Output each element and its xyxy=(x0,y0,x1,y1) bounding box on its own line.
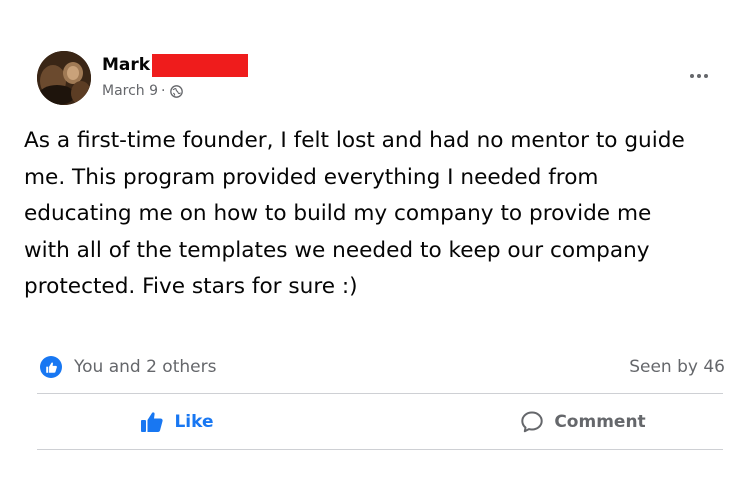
like-label: Like xyxy=(174,411,214,432)
seen-by-count[interactable]: Seen by 46 xyxy=(629,357,725,377)
more-options-button[interactable] xyxy=(684,64,714,88)
globe-icon[interactable] xyxy=(169,84,183,98)
post-text-line: educating me on how to build my company … xyxy=(24,201,652,226)
reactions-bar: You and 2 others Seen by 46 xyxy=(40,353,726,381)
meta-separator: · xyxy=(161,83,166,99)
post-meta: March 9 · xyxy=(102,82,183,100)
more-dot xyxy=(697,74,701,78)
avatar[interactable] xyxy=(37,51,91,105)
like-reaction-icon xyxy=(40,356,62,378)
redaction-block xyxy=(152,53,249,77)
author-row: Mark xyxy=(102,53,249,77)
reactions-summary[interactable]: You and 2 others xyxy=(40,356,216,378)
author-name[interactable]: Mark xyxy=(102,53,150,77)
post-text-line: with all of the templates we needed to k… xyxy=(24,237,650,263)
like-button[interactable]: Like xyxy=(37,394,433,449)
thumbs-up-icon xyxy=(140,411,164,433)
post-date[interactable]: March 9 xyxy=(102,82,158,100)
post-text-line: As a first-time founder, I felt lost and… xyxy=(24,128,685,153)
comment-label: Comment xyxy=(554,411,646,432)
post-actions: Like Comment xyxy=(37,394,723,449)
divider xyxy=(37,449,723,450)
more-horizontal-icon xyxy=(690,74,694,78)
avatar-image xyxy=(37,51,91,105)
post-card: Mark March 9 · As a first-time founder, … xyxy=(0,0,753,491)
comment-icon xyxy=(520,410,544,434)
comment-button[interactable]: Comment xyxy=(433,394,723,449)
reactions-count-text: You and 2 others xyxy=(74,357,217,377)
post-text-line: me. This program provided everything I n… xyxy=(24,164,599,190)
post-text-line: protected. Five stars for sure :) xyxy=(24,274,358,299)
more-dot xyxy=(704,74,708,78)
post-text: As a first-time founder, I felt lost and… xyxy=(24,123,744,306)
